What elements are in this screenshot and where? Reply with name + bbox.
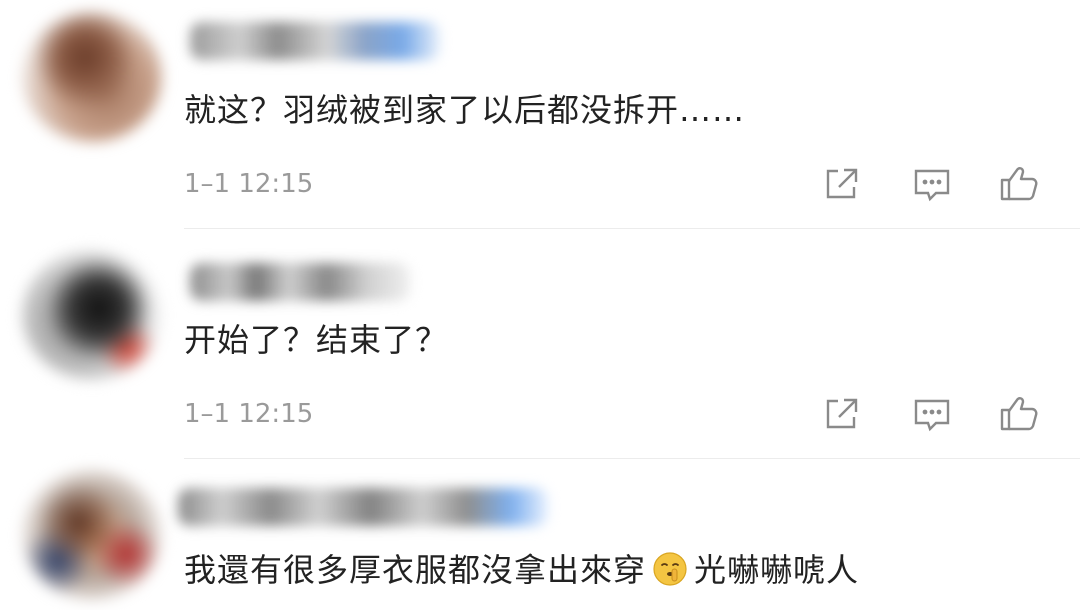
comment-text: 就这？羽绒被到家了以后都没拆开…… xyxy=(184,91,746,129)
avatar[interactable] xyxy=(22,12,162,142)
username-redacted[interactable] xyxy=(190,263,410,301)
comment-icon[interactable] xyxy=(910,162,954,206)
username-redacted[interactable] xyxy=(178,488,548,526)
like-icon[interactable] xyxy=(996,160,1040,204)
avatar[interactable] xyxy=(22,470,162,600)
share-icon[interactable] xyxy=(820,392,864,436)
divider xyxy=(184,458,1080,459)
divider xyxy=(184,228,1080,229)
shushing-face-emoji xyxy=(652,551,688,587)
comment-text: 我還有很多厚衣服都沒拿出來穿 光嚇嚇唬人 xyxy=(184,550,859,590)
comment-text-part: 光嚇嚇唬人 xyxy=(694,551,860,589)
comment-timestamp: 1–1 12:15 xyxy=(184,399,314,429)
comment-timestamp: 1–1 12:15 xyxy=(184,169,314,199)
username-redacted[interactable] xyxy=(190,22,440,60)
comment-text: 开始了？结束了？ xyxy=(184,321,449,359)
comment-text-part: 我還有很多厚衣服都沒拿出來穿 xyxy=(184,551,647,589)
share-icon[interactable] xyxy=(820,162,864,206)
like-icon[interactable] xyxy=(996,390,1040,434)
avatar[interactable] xyxy=(22,250,162,380)
comment-icon[interactable] xyxy=(910,392,954,436)
